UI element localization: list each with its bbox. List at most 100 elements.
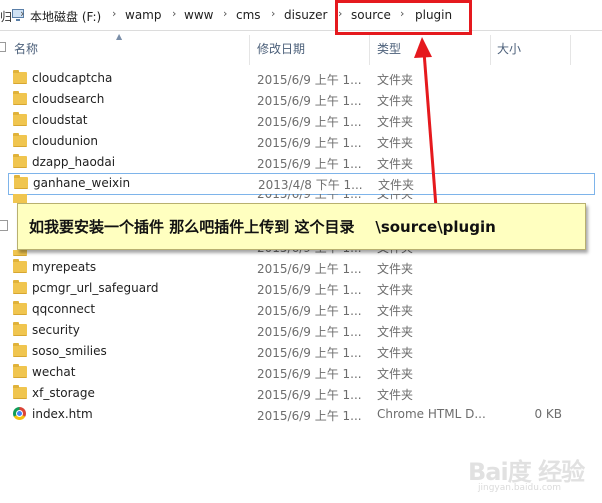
file-type: 文件夹	[377, 94, 414, 108]
file-modified: 2015/6/9 上午 1...	[257, 262, 362, 276]
column-header-type[interactable]: 类型	[377, 40, 401, 57]
file-type: 文件夹	[377, 325, 414, 339]
file-type: 文件夹	[377, 367, 414, 381]
file-modified: 2015/6/9 上午 1...	[257, 136, 362, 150]
file-type: 文件夹	[377, 262, 414, 276]
file-name: cloudstat	[32, 113, 88, 127]
file-row-hidden[interactable]: 2015/6/9 上午 1... 文件夹	[0, 250, 602, 257]
folder-icon	[13, 91, 27, 105]
file-name: wechat	[32, 365, 76, 379]
column-divider[interactable]	[249, 35, 250, 65]
breadcrumb-cms[interactable]: cms	[236, 8, 261, 22]
file-name: dzapp_haodai	[32, 155, 116, 169]
watermark-url: jingyan.baidu.com	[478, 483, 562, 493]
chrome-icon	[13, 407, 26, 421]
column-header-name[interactable]: 名称	[14, 40, 38, 57]
breadcrumb-drive[interactable]: 本地磁盘 (F:)	[30, 8, 101, 25]
file-type: 文件夹	[377, 283, 414, 297]
file-modified: 2015/6/9 上午 1...	[257, 73, 362, 87]
folder-icon	[13, 322, 27, 336]
file-type: 文件夹	[377, 157, 414, 171]
column-divider[interactable]	[369, 35, 370, 65]
breadcrumb-separator[interactable]: ›	[223, 7, 227, 20]
folder-icon	[13, 112, 27, 126]
address-bar-edge-glyph: 归	[0, 10, 13, 24]
breadcrumb-www[interactable]: www	[184, 8, 213, 22]
folder-icon	[13, 301, 27, 315]
annotation-callout: 如我要安装一个插件 那么吧插件上传到 这个目录 \source\plugin	[17, 203, 586, 250]
callout-text: 如我要安装一个插件 那么吧插件上传到 这个目录 \source\plugin	[29, 218, 496, 236]
folder-icon	[13, 259, 27, 273]
file-type: 文件夹	[377, 115, 414, 129]
file-row[interactable]: myrepeats 2015/6/9 上午 1... 文件夹	[0, 257, 602, 278]
breadcrumb-separator[interactable]: ›	[112, 7, 116, 20]
file-modified: 2015/6/9 上午 1...	[257, 283, 362, 297]
folder-icon	[13, 343, 27, 357]
watermark-logo: Bai度 经验	[468, 458, 585, 486]
folder-icon	[13, 385, 27, 399]
folder-icon	[13, 133, 27, 147]
file-row[interactable]: qqconnect 2015/6/9 上午 1... 文件夹	[0, 299, 602, 320]
column-header-modified[interactable]: 修改日期	[257, 40, 305, 57]
file-name: qqconnect	[32, 302, 96, 316]
file-row[interactable]: cloudcaptcha 2015/6/9 上午 1... 文件夹	[0, 68, 602, 89]
sort-ascending-icon: ▲	[116, 32, 123, 41]
file-row[interactable]: index.htm 2015/6/9 上午 1... Chrome HTML D…	[0, 404, 602, 425]
file-modified: 2015/6/9 上午 1...	[257, 346, 362, 360]
file-row[interactable]: wechat 2015/6/9 上午 1... 文件夹	[0, 362, 602, 383]
file-row[interactable]: dzapp_haodai 2015/6/9 上午 1... 文件夹	[0, 152, 602, 173]
file-row[interactable]: pcmgr_url_safeguard 2015/6/9 上午 1... 文件夹	[0, 278, 602, 299]
file-name: pcmgr_url_safeguard	[32, 281, 159, 295]
file-modified: 2015/6/9 上午 1...	[257, 325, 362, 339]
breadcrumb-separator[interactable]: ›	[271, 7, 275, 20]
file-modified: 2015/6/9 上午 1...	[257, 388, 362, 402]
file-row[interactable]: security 2015/6/9 上午 1... 文件夹	[0, 320, 602, 341]
column-divider[interactable]	[570, 35, 571, 65]
folder-icon	[13, 250, 27, 256]
address-bar[interactable]: 归 › 本地磁盘 (F:) › wamp › www › cms › disuz…	[0, 0, 602, 31]
file-type: 文件夹	[377, 250, 413, 256]
file-size: 0 KB	[534, 407, 562, 421]
baidu-jingyan-watermark: Bai度 经验 jingyan.baidu.com	[468, 452, 598, 500]
file-name: soso_smilies	[32, 344, 107, 358]
file-type: 文件夹	[377, 194, 414, 201]
file-row-hidden[interactable]: 2015/6/9 上午 1... 文件夹	[0, 194, 602, 203]
file-modified: 2015/6/9 上午 1...	[257, 94, 362, 108]
breadcrumb-disuzer[interactable]: disuzer	[284, 8, 327, 22]
column-header-row: ▲ 名称 修改日期 类型 大小	[0, 30, 602, 66]
file-row[interactable]: xf_storage 2015/6/9 上午 1... 文件夹	[0, 383, 602, 404]
file-modified: 2015/6/9 上午 1...	[257, 250, 362, 256]
file-name: cloudsearch	[32, 92, 105, 106]
breadcrumb-separator[interactable]: ›	[172, 7, 176, 20]
folder-icon	[13, 70, 27, 84]
breadcrumb-wamp[interactable]: wamp	[125, 8, 161, 22]
file-type: Chrome HTML D...	[377, 407, 486, 421]
file-type: 文件夹	[377, 136, 414, 150]
file-name: xf_storage	[32, 386, 95, 400]
file-modified: 2015/6/9 上午 1...	[257, 304, 362, 318]
row-checkbox[interactable]	[0, 220, 8, 231]
file-row[interactable]: cloudunion 2015/6/9 上午 1... 文件夹	[0, 131, 602, 152]
file-modified: 2015/6/9 上午 1...	[257, 157, 362, 171]
file-row[interactable]: cloudsearch 2015/6/9 上午 1... 文件夹	[0, 89, 602, 110]
folder-icon	[13, 364, 27, 378]
file-name: ganhane_weixin	[33, 176, 131, 190]
file-modified: 2015/6/9 上午 1...	[257, 409, 362, 423]
file-modified: 2015/6/9 上午 1...	[257, 115, 362, 129]
file-name: security	[32, 323, 80, 337]
file-type: 文件夹	[378, 178, 415, 192]
file-type: 文件夹	[377, 388, 414, 402]
folder-icon	[13, 280, 27, 294]
file-name: cloudunion	[32, 134, 98, 148]
file-row[interactable]: cloudstat 2015/6/9 上午 1... 文件夹	[0, 110, 602, 131]
file-row[interactable]: soso_smilies 2015/6/9 上午 1... 文件夹	[0, 341, 602, 362]
folder-icon	[13, 154, 27, 168]
file-row-selected[interactable]: ganhane_weixin 2013/4/8 下午 1... 文件夹	[8, 173, 595, 195]
file-modified: 2015/6/9 上午 1...	[257, 194, 362, 201]
file-modified: 2015/6/9 上午 1...	[257, 367, 362, 381]
select-all-checkbox[interactable]	[0, 42, 6, 52]
column-header-size[interactable]: 大小	[497, 40, 521, 57]
folder-icon	[13, 194, 27, 203]
file-type: 文件夹	[377, 73, 414, 87]
column-divider[interactable]	[490, 35, 491, 65]
